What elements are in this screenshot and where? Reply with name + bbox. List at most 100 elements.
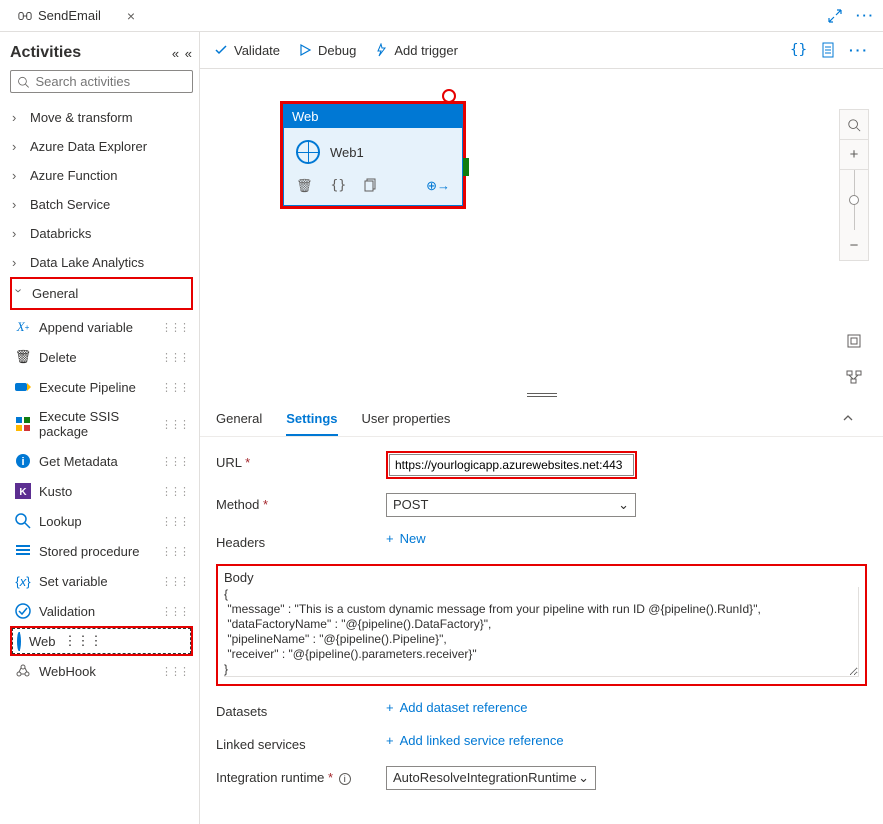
drag-icon: ⋮⋮⋮ (161, 575, 188, 588)
drag-icon: ⋮⋮⋮ (161, 321, 188, 334)
copy-node-icon[interactable] (364, 178, 378, 195)
cat-data-lake-analytics[interactable]: ›Data Lake Analytics (10, 248, 193, 277)
chevron-down-icon: ⌄ (578, 770, 589, 786)
play-icon (298, 43, 312, 57)
debug-button[interactable]: Debug (298, 43, 356, 58)
zoom-slider[interactable] (849, 170, 859, 230)
code-node-icon[interactable]: {} (331, 178, 347, 195)
validate-button[interactable]: Validate (214, 43, 280, 58)
node-name: Web1 (330, 145, 364, 160)
tab-general[interactable]: General (216, 411, 262, 436)
tab-user-properties[interactable]: User properties (362, 411, 451, 436)
body-textarea[interactable] (224, 587, 859, 677)
cat-azure-data-explorer[interactable]: ›Azure Data Explorer (10, 132, 193, 161)
url-input[interactable] (389, 454, 634, 476)
metadata-icon: i (15, 453, 31, 469)
body-label: Body (224, 570, 859, 585)
plus-icon: + (386, 733, 394, 748)
tab-settings[interactable]: Settings (286, 411, 337, 436)
activity-get-metadata[interactable]: iGet Metadata⋮⋮⋮ (10, 446, 193, 476)
activity-delete[interactable]: 🗑Delete⋮⋮⋮ (10, 342, 193, 372)
drag-icon: ⋮⋮⋮ (161, 455, 188, 468)
zoom-in-icon[interactable]: + (839, 140, 869, 170)
headers-label: Headers (216, 531, 386, 550)
webhook-icon (15, 663, 31, 679)
activity-stored-procedure[interactable]: Stored procedure⋮⋮⋮ (10, 536, 193, 566)
web-activity-node[interactable]: Web Web1 🗑 {} ⊕→ (283, 104, 463, 206)
add-linked-service-button[interactable]: +Add linked service reference (386, 733, 564, 748)
execute-pipeline-icon (15, 379, 31, 395)
node-output-connector[interactable] (463, 158, 469, 176)
collapse-props-icon[interactable] (841, 411, 867, 436)
cat-databricks[interactable]: ›Databricks (10, 219, 193, 248)
fit-icon[interactable] (839, 329, 869, 353)
drag-icon: ⋮⋮⋮ (161, 485, 188, 498)
cat-azure-function[interactable]: ›Azure Function (10, 161, 193, 190)
cat-general[interactable]: ›General (12, 279, 191, 308)
activity-set-variable[interactable]: {x}Set variable⋮⋮⋮ (10, 566, 193, 596)
code-icon[interactable]: {} (790, 42, 807, 58)
overflow-icon[interactable]: ··· (849, 42, 869, 58)
add-trigger-button[interactable]: Add trigger (374, 43, 458, 58)
node-type-label: Web (284, 105, 462, 128)
delete-node-icon[interactable]: 🗑 (296, 178, 313, 195)
method-select[interactable]: POST⌄ (386, 493, 636, 517)
cat-batch-service[interactable]: ›Batch Service (10, 190, 193, 219)
search-canvas-icon[interactable] (839, 110, 869, 140)
globe-icon (296, 140, 320, 164)
activity-kusto[interactable]: KKusto⋮⋮⋮ (10, 476, 193, 506)
svg-text:K: K (19, 487, 27, 498)
drag-icon: ⋮⋮⋮ (161, 545, 188, 558)
pipeline-tab[interactable]: SendEmail × (8, 0, 145, 31)
plus-icon: + (386, 700, 394, 715)
document-icon[interactable] (821, 42, 835, 58)
svg-text:i: i (21, 456, 24, 468)
tab-overflow-icon[interactable]: ··· (856, 8, 875, 23)
plus-icon: + (386, 531, 394, 546)
expand-node-icon[interactable]: ⊕→ (426, 178, 450, 195)
pipeline-canvas[interactable]: Web Web1 🗑 {} ⊕→ (200, 69, 883, 389)
activities-panel: Activities « « ›Move & transform ›Azure … (0, 32, 200, 824)
integration-runtime-label: Integration runtime * i (216, 766, 386, 785)
method-label: Method * (216, 493, 386, 512)
add-dataset-button[interactable]: +Add dataset reference (386, 700, 528, 715)
expand-icon[interactable] (828, 9, 842, 23)
drag-icon: ⋮⋮⋮ (161, 665, 188, 678)
canvas-tools: + − (839, 109, 869, 261)
set-variable-icon: {x} (15, 573, 31, 589)
activity-web[interactable]: Web ⋮⋮⋮ (12, 628, 191, 654)
validation-icon (15, 603, 31, 619)
search-icon (17, 75, 29, 89)
ssis-icon (15, 416, 31, 432)
activity-execute-ssis[interactable]: Execute SSIS package⋮⋮⋮ (10, 402, 193, 446)
collapse-sidebar-icon[interactable]: « « (172, 46, 193, 61)
layout-icon[interactable] (839, 365, 869, 389)
search-activities-input[interactable] (10, 70, 193, 93)
add-header-button[interactable]: +New (386, 531, 426, 546)
activities-title: Activities (10, 44, 81, 62)
panel-resize-handle[interactable] (200, 389, 883, 401)
zoom-out-icon[interactable]: − (839, 230, 869, 260)
chevron-down-icon: ⌄ (618, 497, 629, 513)
activity-append-variable[interactable]: X+Append variable⋮⋮⋮ (10, 312, 193, 342)
drag-icon: ⋮⋮⋮ (161, 351, 188, 364)
datasets-label: Datasets (216, 700, 386, 719)
activity-lookup[interactable]: Lookup⋮⋮⋮ (10, 506, 193, 536)
activity-validation[interactable]: Validation⋮⋮⋮ (10, 596, 193, 626)
stored-proc-icon (15, 543, 31, 559)
lookup-icon (15, 513, 31, 529)
drag-icon: ⋮⋮⋮ (161, 381, 188, 394)
drag-icon: ⋮⋮⋮ (161, 515, 188, 528)
activity-webhook[interactable]: WebHook⋮⋮⋮ (10, 656, 193, 686)
tab-title: SendEmail (38, 8, 101, 23)
info-icon[interactable]: i (339, 773, 351, 785)
append-variable-icon: X+ (15, 319, 31, 335)
integration-runtime-select[interactable]: AutoResolveIntegrationRuntime⌄ (386, 766, 596, 790)
drag-icon: ⋮⋮⋮ (161, 418, 188, 431)
activity-execute-pipeline[interactable]: Execute Pipeline⋮⋮⋮ (10, 372, 193, 402)
cat-move-transform[interactable]: ›Move & transform (10, 103, 193, 132)
trigger-icon (374, 43, 388, 57)
close-icon[interactable]: × (127, 8, 135, 24)
delete-icon: 🗑 (15, 349, 31, 365)
pipeline-icon (18, 9, 32, 23)
